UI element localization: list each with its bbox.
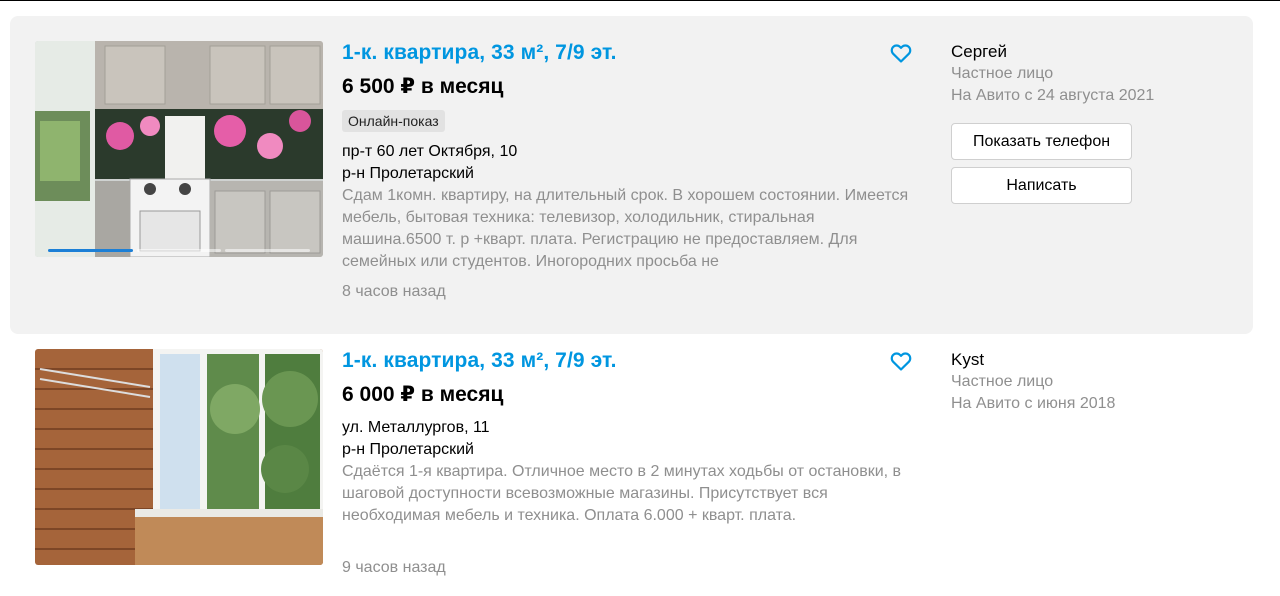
seller-type: Частное лицо xyxy=(951,373,1054,390)
listing-title-link[interactable]: 1-к. квартира, 33 м², 7/9 эт. xyxy=(342,40,922,66)
favorite-button[interactable] xyxy=(889,349,913,373)
listing-photo[interactable] xyxy=(35,41,323,257)
gallery-indicator xyxy=(48,249,311,252)
listing-time: 8 часов назад xyxy=(342,283,446,300)
heart-icon xyxy=(890,352,912,371)
seller-name[interactable]: Kyst xyxy=(951,349,1241,371)
listing-address: пр-т 60 лет Октября, 10 xyxy=(342,143,518,160)
seller-info: Kyst Частное лицо На Авито с июня 2018 xyxy=(951,349,1241,415)
listing-price: 6 000 ₽ в месяц xyxy=(342,383,504,406)
top-border xyxy=(0,0,1280,1)
listing-address: ул. Металлургов, 11 xyxy=(342,419,490,436)
gallery-dot xyxy=(136,249,222,252)
write-message-button[interactable]: Написать xyxy=(951,167,1132,204)
seller-info: Сергей Частное лицо На Авито с 24 август… xyxy=(951,41,1241,204)
balcony-photo-icon xyxy=(35,349,323,565)
kitchen-photo-icon xyxy=(35,41,323,257)
favorite-button[interactable] xyxy=(889,41,913,65)
show-phone-button[interactable]: Показать телефон xyxy=(951,123,1132,160)
listing-title-link[interactable]: 1-к. квартира, 33 м², 7/9 эт. xyxy=(342,348,922,374)
listing-card[interactable]: 1-к. квартира, 33 м², 7/9 эт. 6 500 ₽ в … xyxy=(10,16,1253,334)
listing-price: 6 500 ₽ в месяц xyxy=(342,75,504,98)
seller-name[interactable]: Сергей xyxy=(951,41,1241,63)
listing-description: Сдаётся 1-я квартира. Отличное место в 2… xyxy=(342,463,902,524)
seller-since: На Авито с 24 августа 2021 xyxy=(951,87,1155,104)
seller-type: Частное лицо xyxy=(951,65,1054,82)
listing-district: р-н Пролетарский xyxy=(342,441,474,458)
listing-description: Сдам 1комн. квартиру, на длительный срок… xyxy=(342,187,909,270)
listing-card[interactable]: 1-к. квартира, 33 м², 7/9 эт. 6 000 ₽ в … xyxy=(10,338,1253,588)
online-viewing-badge: Онлайн-показ xyxy=(342,110,445,132)
listing-district: р-н Пролетарский xyxy=(342,165,474,182)
listing-time: 9 часов назад xyxy=(342,559,446,576)
listing-content: 1-к. квартира, 33 м², 7/9 эт. 6 000 ₽ в … xyxy=(342,348,922,579)
listing-content: 1-к. квартира, 33 м², 7/9 эт. 6 500 ₽ в … xyxy=(342,40,922,303)
heart-icon xyxy=(890,44,912,63)
gallery-dot xyxy=(225,249,311,252)
listing-photo[interactable] xyxy=(35,349,323,565)
gallery-dot xyxy=(48,249,133,252)
seller-since: На Авито с июня 2018 xyxy=(951,395,1116,412)
